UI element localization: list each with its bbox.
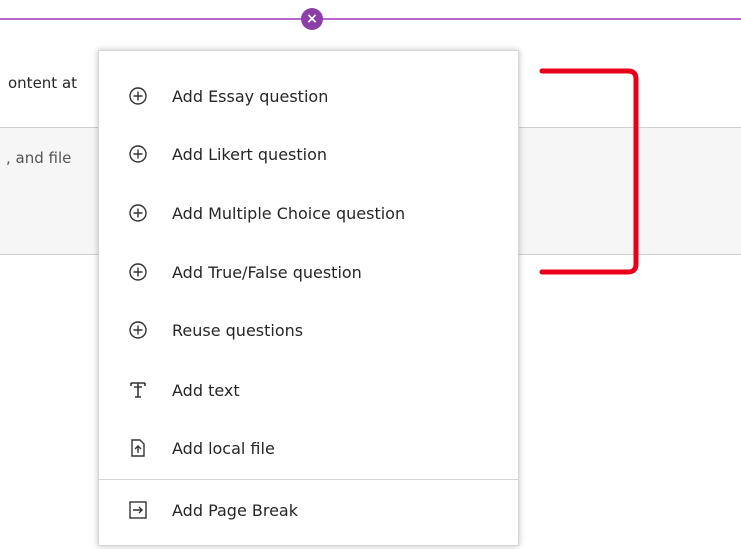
red-annotation-bracket — [539, 68, 639, 275]
menu-item-add-likert-question[interactable]: Add Likert question — [99, 131, 518, 177]
menu-item-label: Add Multiple Choice question — [172, 203, 406, 223]
plus-circle-icon — [128, 262, 148, 282]
background-placeholder-text: , and file — [6, 149, 72, 167]
menu-item-label: Reuse questions — [172, 320, 304, 340]
menu-item-label: Add True/False question — [172, 262, 362, 282]
plus-circle-icon — [128, 203, 148, 223]
plus-circle-icon — [128, 144, 148, 164]
menu-item-label: Add Page Break — [172, 500, 298, 520]
menu-item-add-page-break[interactable]: Add Page Break — [99, 487, 518, 533]
page-break-icon — [128, 500, 148, 520]
file-upload-icon — [128, 438, 148, 458]
menu-item-add-local-file[interactable]: Add local file — [99, 425, 518, 471]
menu-item-add-multiple-choice-question[interactable]: Add Multiple Choice question — [99, 190, 518, 236]
background-heading-text: ontent at — [8, 74, 78, 92]
menu-separator — [99, 479, 518, 480]
menu-item-label: Add Essay question — [172, 86, 329, 106]
menu-item-add-essay-question[interactable]: Add Essay question — [99, 73, 518, 119]
menu-item-reuse-questions[interactable]: Reuse questions — [99, 307, 518, 353]
plus-circle-icon — [128, 320, 148, 340]
close-icon[interactable]: × — [301, 8, 323, 30]
plus-circle-icon — [128, 86, 148, 106]
add-content-menu: Add Essay question Add Likert question A… — [98, 50, 519, 546]
text-icon — [128, 380, 148, 400]
divider-line — [0, 18, 741, 20]
menu-item-label: Add Likert question — [172, 144, 328, 164]
menu-item-add-true-false-question[interactable]: Add True/False question — [99, 249, 518, 295]
menu-item-label: Add text — [172, 380, 240, 400]
menu-item-label: Add local file — [172, 438, 275, 458]
menu-item-add-text[interactable]: Add text — [99, 367, 518, 413]
